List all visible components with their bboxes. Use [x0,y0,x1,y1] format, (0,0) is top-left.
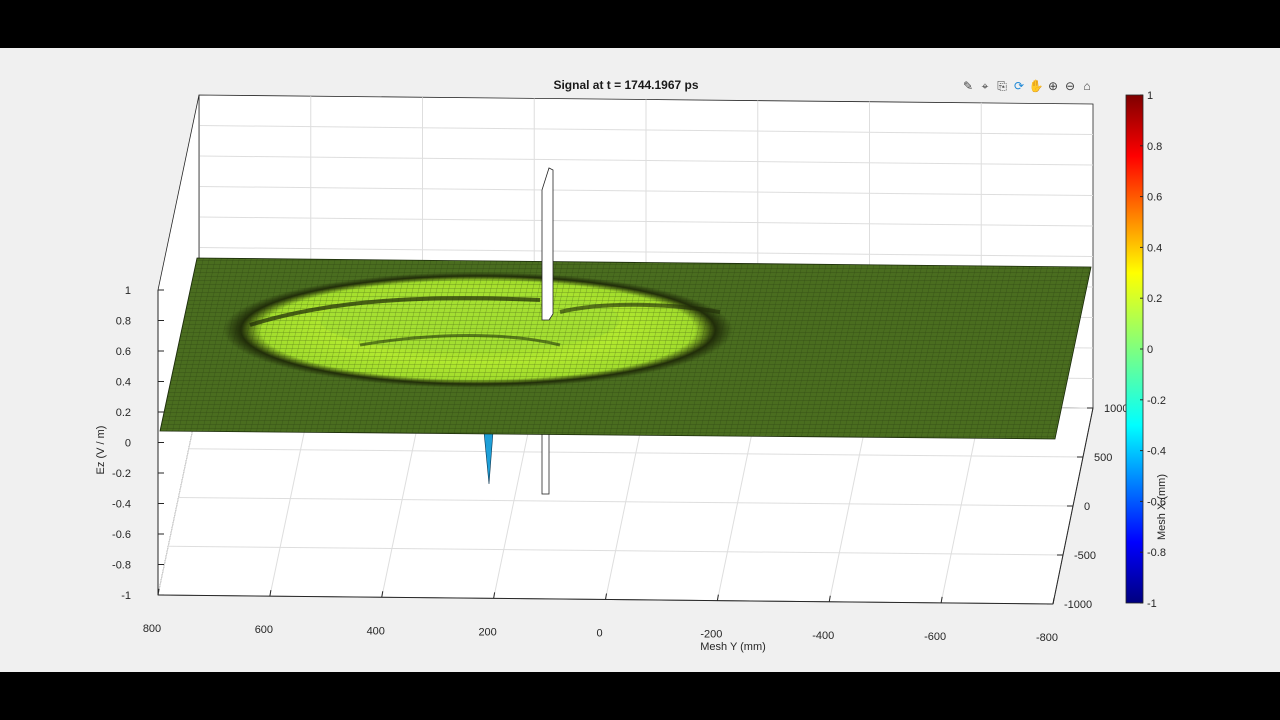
z-tick-label: -1 [121,590,131,602]
y-tick-label: 0 [1084,501,1090,513]
colorbar-tick-label: -0.6 [1147,496,1166,508]
colorbar-tick-label: -1 [1147,598,1157,610]
x-tick-label: -400 [812,630,834,642]
x-tick-label: 800 [143,623,161,635]
colorbar-tick-label: -0.4 [1147,446,1166,458]
surface-mesh [160,258,1091,439]
x-tick-label: -200 [700,629,722,641]
z-tick-label: 0.2 [116,407,131,419]
z-tick-label: -0.2 [112,468,131,480]
colorbar-tick-label: 1 [1147,90,1153,102]
y-tick-label: 500 [1094,452,1112,464]
z-axis-label: Ez (V / m) [95,426,107,475]
x-tick-label: 400 [367,625,385,637]
z-tick-label: -0.8 [112,560,131,572]
surface-plot[interactable]: 1 0.8 0.6 0.4 0.2 0 -0.2 -0.4 -0.6 -0.8 -1 800 600 40… [0,0,1280,720]
z-tick-label: -0.4 [112,499,131,511]
source-column-lower [541,431,550,495]
colorbar-tick-label: -0.8 [1147,547,1166,559]
z-tick-label: 0.6 [116,346,131,358]
source-column-upper [541,167,554,321]
colorbar-tick-label: 0 [1147,344,1153,356]
y-tick-label: -500 [1074,550,1096,562]
x-tick-label: -800 [1036,632,1058,644]
colorbar-tick-label: 0.4 [1147,242,1162,254]
z-tick-label: 0.4 [116,377,131,389]
y-tick-label: -1000 [1064,599,1092,611]
x-tick-label: 600 [255,624,273,636]
x-axis-label: Mesh Y (mm) [700,641,766,653]
z-tick-label: 0 [125,438,131,450]
z-tick-label: 1 [125,285,131,297]
x-tick-label: 0 [596,628,602,640]
colorbar-tick-label: 0.2 [1147,293,1162,305]
surface-detail [160,258,1091,439]
z-tick-label: -0.6 [112,529,131,541]
x-tick-label: 200 [478,626,496,638]
z-tick-label: 0.8 [116,316,131,328]
y-tick-label: 1000 [1104,403,1128,415]
x-tick-label: -600 [924,631,946,643]
colorbar-tick-label: 0.6 [1147,192,1162,204]
colorbar-tick-label: 0.8 [1147,141,1162,153]
colorbar-tick-label: -0.2 [1147,395,1166,407]
